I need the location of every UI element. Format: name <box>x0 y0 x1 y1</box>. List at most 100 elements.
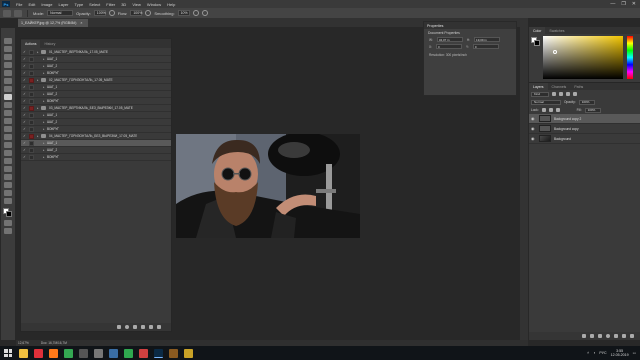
saturation-brightness-field[interactable] <box>543 36 623 79</box>
tab-layers[interactable]: Layers <box>529 83 548 91</box>
tab-color[interactable]: Color <box>529 27 546 35</box>
zoom-tool-icon[interactable] <box>4 190 12 196</box>
dialog-toggle-icon[interactable] <box>29 154 34 160</box>
more-tools-icon[interactable] <box>4 198 12 204</box>
color-swatches[interactable] <box>3 208 13 218</box>
taskbar-media-icon[interactable] <box>79 348 88 358</box>
hue-slider[interactable] <box>627 36 633 79</box>
dialog-toggle-icon[interactable] <box>29 84 34 90</box>
volume-icon[interactable]: ◖ <box>593 351 595 355</box>
background-color-swatch[interactable] <box>6 211 12 217</box>
toggle-check-icon[interactable]: ✓ <box>23 57 28 62</box>
fill-field[interactable]: 100% <box>584 107 601 113</box>
taskbar-opera-icon[interactable] <box>34 348 43 358</box>
width-field[interactable]: 34,07 in <box>436 37 463 42</box>
pressure-opacity-icon[interactable] <box>108 10 115 16</box>
flow-field[interactable]: 100% <box>130 10 143 16</box>
filter-kind-select[interactable]: Kind <box>531 91 549 97</box>
menu-3d[interactable]: 3D <box>118 2 129 7</box>
lock-all-icon[interactable] <box>555 108 560 112</box>
toggle-check-icon[interactable]: ✓ <box>23 148 28 153</box>
toggle-check-icon[interactable]: ✓ <box>23 155 28 160</box>
toggle-check-icon[interactable]: ✓ <box>23 92 28 97</box>
taskbar-app-icon[interactable] <box>94 348 103 358</box>
zoom-level[interactable]: 12,67% <box>18 341 29 345</box>
smoothing-settings-gear-icon[interactable] <box>192 10 199 16</box>
tab-channels[interactable]: Channels <box>548 83 571 91</box>
brush-tool-icon[interactable] <box>4 94 12 100</box>
tab-swatches[interactable]: Swatches <box>545 27 568 35</box>
quick-mask-icon[interactable] <box>4 220 12 226</box>
menu-help[interactable]: Help <box>164 2 178 7</box>
action-row[interactable]: ✓ ▸ ВОКРУГ <box>21 126 171 133</box>
dialog-toggle-icon[interactable] <box>29 119 34 125</box>
layer-name[interactable]: Background copy 2 <box>554 117 581 121</box>
dialog-toggle-icon[interactable] <box>29 98 34 104</box>
pressure-size-icon[interactable] <box>201 10 208 16</box>
restore-button[interactable]: ❐ <box>621 1 625 7</box>
adjustment-layer-icon[interactable] <box>606 334 610 338</box>
x-field[interactable]: 0 <box>436 44 463 49</box>
dialog-toggle-icon[interactable] <box>29 140 34 146</box>
toggle-check-icon[interactable]: ✓ <box>23 78 28 83</box>
toggle-check-icon[interactable]: ✓ <box>23 120 28 125</box>
filter-adjustment-icon[interactable] <box>559 92 563 96</box>
toggle-check-icon[interactable]: ✓ <box>23 50 28 55</box>
blur-tool-icon[interactable] <box>4 134 12 140</box>
filter-shape-icon[interactable] <box>573 92 577 96</box>
menu-window[interactable]: Window <box>144 2 164 7</box>
filter-type-icon[interactable] <box>566 92 570 96</box>
move-tool-icon[interactable] <box>4 38 12 44</box>
new-action-icon[interactable] <box>149 325 153 329</box>
action-set-row[interactable]: ✓ ▸ 03_МАСТЕР_ВЕРТИКАЛЬ_БЕЗ_ВЫРЕЗКИ_17.05_… <box>21 105 171 112</box>
taskbar-utility-icon[interactable] <box>139 348 148 358</box>
quick-select-tool-icon[interactable] <box>4 62 12 68</box>
toggle-check-icon[interactable]: ✓ <box>23 64 28 69</box>
dialog-toggle-icon[interactable] <box>29 77 34 83</box>
type-tool-icon[interactable] <box>4 158 12 164</box>
toggle-check-icon[interactable]: ✓ <box>23 106 28 111</box>
taskbar-bridge-icon[interactable] <box>169 348 178 358</box>
stop-icon[interactable] <box>117 325 121 329</box>
toggle-check-icon[interactable]: ✓ <box>23 113 28 118</box>
taskbar-camtasia-icon[interactable] <box>124 348 133 358</box>
document-tab[interactable]: 1_ЕАЙКЕР.jpg @ 12,7% (RGB/8#) × <box>18 19 88 27</box>
language-indicator[interactable]: РУС <box>599 351 606 355</box>
toggle-check-icon[interactable]: ✓ <box>23 71 28 76</box>
dialog-toggle-icon[interactable] <box>29 70 34 76</box>
dialog-toggle-icon[interactable] <box>29 133 34 139</box>
layer-name[interactable]: Background copy <box>554 127 579 131</box>
properties-title[interactable]: Properties <box>424 22 516 29</box>
dialog-toggle-icon[interactable] <box>29 147 34 153</box>
crop-tool-icon[interactable] <box>4 70 12 76</box>
action-row[interactable]: ✓ ▸ ВОКРУГ <box>21 98 171 105</box>
taskbar-firefox-icon[interactable] <box>49 348 58 358</box>
taskbar-explorer-icon[interactable] <box>19 348 28 358</box>
dodge-tool-icon[interactable] <box>4 142 12 148</box>
menu-layer[interactable]: Layer <box>55 2 71 7</box>
shape-tool-icon[interactable] <box>4 174 12 180</box>
tab-actions[interactable]: Actions <box>21 40 41 48</box>
taskbar-video-icon[interactable] <box>109 348 118 358</box>
record-icon[interactable] <box>125 325 129 329</box>
stamp-tool-icon[interactable] <box>4 102 12 108</box>
action-row[interactable]: ✓ ▸ ШАГ_1 <box>21 112 171 119</box>
notifications-icon[interactable]: ▭ <box>633 351 636 355</box>
mode-select[interactable]: Normal <box>47 10 74 16</box>
close-button[interactable]: ✕ <box>632 1 636 7</box>
lock-position-icon[interactable] <box>548 108 553 112</box>
toggle-check-icon[interactable]: ✓ <box>23 99 28 104</box>
gradient-tool-icon[interactable] <box>4 126 12 132</box>
action-set-row[interactable]: ✓ ▸ 01_МАСТЕР_ВЕРТИКАЛЬ_17.05_МАТЕ <box>21 49 171 56</box>
menu-type[interactable]: Type <box>72 2 87 7</box>
action-row[interactable]: ✓ ▸ ШАГ_2 <box>21 63 171 70</box>
history-brush-tool-icon[interactable] <box>4 110 12 116</box>
lasso-tool-icon[interactable] <box>4 54 12 60</box>
action-row[interactable]: ✓ ▸ ШАГ_2 <box>21 91 171 98</box>
dialog-toggle-icon[interactable] <box>29 56 34 62</box>
layer-style-fx-icon[interactable] <box>590 334 594 338</box>
action-set-row[interactable]: ✓ ▸ 02_МАСТЕР_ГОРИЗОНТАЛЬ_17.05_МАТЕ <box>21 77 171 84</box>
minimize-button[interactable]: — <box>610 1 615 7</box>
blend-mode-select[interactable]: Normal <box>531 99 561 105</box>
menu-image[interactable]: Image <box>38 2 55 7</box>
